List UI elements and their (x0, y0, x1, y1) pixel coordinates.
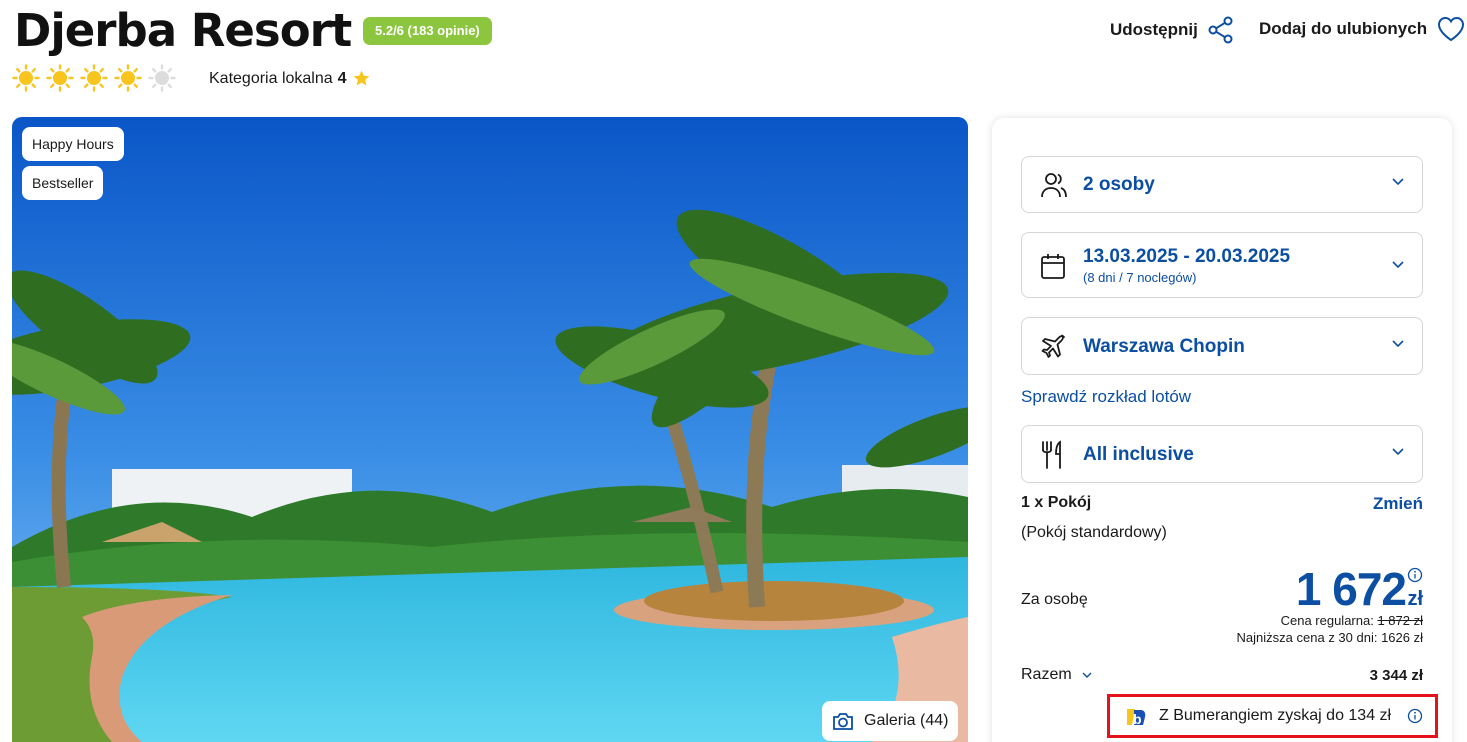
airplane-icon (1041, 334, 1065, 358)
cutlery-icon (1042, 440, 1061, 469)
share-button[interactable]: Udostępnij (1110, 16, 1234, 44)
chevron-down-icon (1392, 448, 1404, 456)
regular-price: Cena regularna: 1 872 zł (1281, 613, 1423, 628)
room-type: (Pokój standardowy) (1021, 524, 1167, 541)
change-room-button[interactable]: Zmień (1373, 494, 1423, 514)
booking-panel: 2 osoby 13.03.2025 - 20.03.2025 (8 dni /… (992, 118, 1452, 742)
tag-happy-hours: Happy Hours (22, 127, 124, 161)
board-select[interactable]: All inclusive (1021, 425, 1423, 483)
sun-empty-icon (148, 64, 176, 92)
hotel-page: Djerba Resort 5.2/6 (183 opinie) Kategor… (0, 0, 1467, 742)
travelers-value: 2 osoby (1083, 174, 1155, 195)
dates-value: 13.03.2025 - 20.03.2025 (1083, 246, 1291, 267)
chevron-down-icon (1392, 178, 1404, 186)
lowest-price-30-days: Najniższa cena z 30 dni: 1626 zł (1236, 630, 1423, 645)
hotel-title: Djerba Resort (14, 4, 352, 57)
star-icon (353, 70, 369, 86)
price-currency: zł (1407, 588, 1423, 610)
chevron-down-icon (1392, 261, 1404, 269)
info-icon[interactable] (1407, 708, 1423, 724)
rating-badge[interactable]: 5.2/6 (183 opinie) (363, 17, 492, 45)
calendar-icon (1041, 254, 1065, 279)
chevron-down-icon (1392, 340, 1404, 348)
share-icon (1208, 16, 1233, 44)
share-label: Udostępnij (1110, 20, 1198, 39)
bumerang-text: Z Bumerangiem zyskaj do 134 zł (1159, 707, 1392, 724)
resort-pool-image (12, 117, 968, 742)
regular-price-value: 1 872 zł (1377, 613, 1423, 628)
dates-select[interactable]: 13.03.2025 - 20.03.2025 (8 dni / 7 nocle… (1021, 232, 1423, 298)
total-price: 3 344 zł (1369, 667, 1423, 684)
tag-bestseller: Bestseller (22, 166, 104, 200)
gallery-label: Galeria (44) (864, 712, 949, 729)
dates-subtext: (8 dni / 7 noclegów) (1083, 270, 1197, 285)
gallery-button[interactable]: Galeria (44) (822, 701, 959, 741)
sun-icon (80, 64, 108, 92)
board-value: All inclusive (1083, 444, 1194, 465)
sun-icon (12, 64, 40, 92)
category-label: Kategoria lokalna (209, 69, 333, 87)
bumerang-promo[interactable]: b Z Bumerangiem zyskaj do 134 zł (1107, 694, 1438, 738)
travelers-select[interactable]: 2 osoby (1021, 156, 1423, 213)
local-category: Kategoria lokalna 4 (209, 69, 371, 88)
hotel-photo[interactable]: Happy Hours Bestseller Galeria (44) (12, 117, 968, 742)
camera-icon (833, 713, 853, 730)
bumerang-logo-icon: b (1127, 709, 1146, 727)
flight-schedule-link[interactable]: Sprawdź rozkład lotów (1021, 387, 1191, 407)
sun-icon (114, 64, 142, 92)
chevron-down-icon (1082, 672, 1092, 678)
per-person-label: Za osobę (1021, 591, 1088, 608)
price-per-person: 1 672 (1295, 563, 1407, 615)
favorite-label: Dodaj do ulubionych (1259, 19, 1428, 38)
regular-price-label: Cena regularna: (1280, 613, 1374, 628)
svg-text:b: b (1133, 711, 1142, 727)
sun-icon (46, 64, 74, 92)
info-icon[interactable] (1407, 567, 1423, 583)
room-count: 1 x Pokój (1021, 494, 1092, 511)
departure-select[interactable]: Warszawa Chopin (1021, 317, 1423, 375)
category-value: 4 (337, 69, 347, 87)
heart-icon (1438, 16, 1465, 42)
sun-rating (12, 64, 176, 92)
favorite-button[interactable]: Dodaj do ulubionych (1259, 16, 1465, 42)
people-icon (1041, 173, 1067, 198)
departure-value: Warszawa Chopin (1083, 336, 1245, 357)
total-toggle[interactable]: Razem (1021, 666, 1092, 684)
total-label: Razem (1021, 666, 1072, 683)
